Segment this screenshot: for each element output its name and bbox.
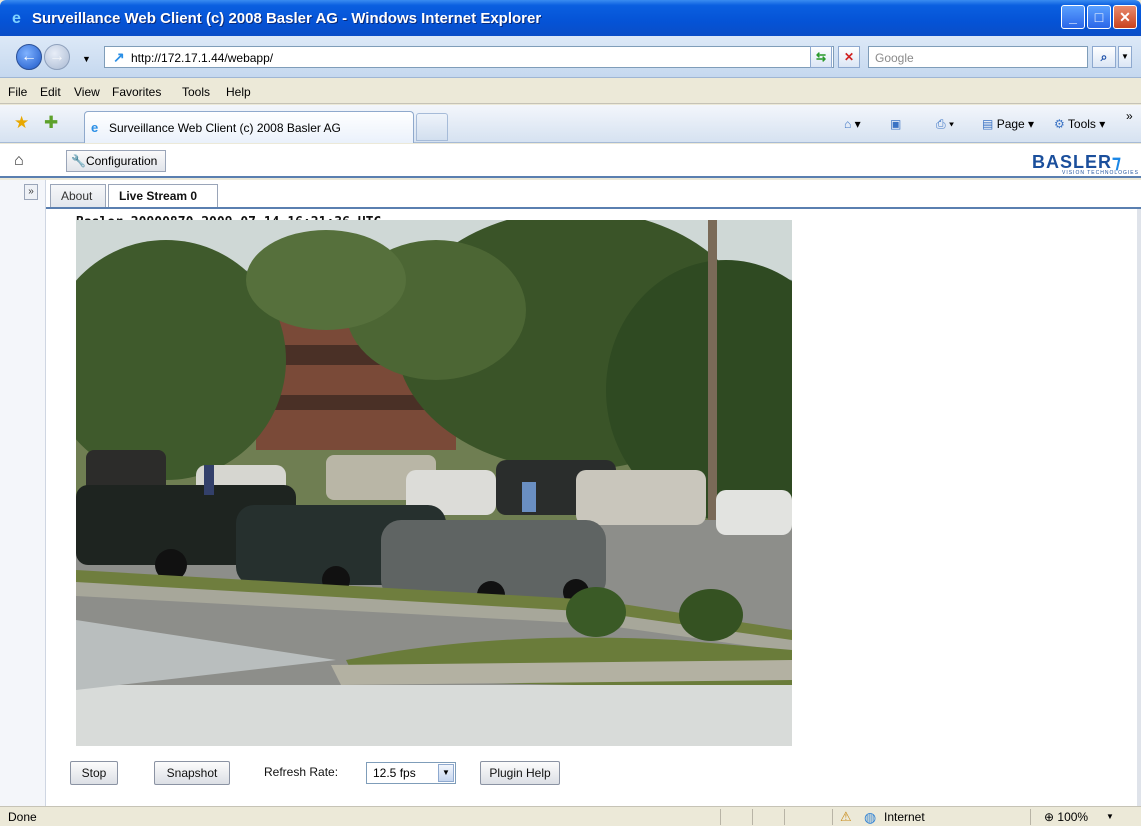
tools-menu-button[interactable]: ⚙ Tools ▾ [1054, 117, 1105, 131]
refresh-button[interactable]: ⇆ [810, 46, 832, 68]
refresh-rate-label: Refresh Rate: [264, 765, 339, 779]
new-tab-button[interactable] [416, 113, 448, 141]
print-icon[interactable]: ⎙ ▾ [936, 117, 954, 132]
camera-home-icon[interactable]: ⌂ [14, 152, 36, 172]
maximize-button[interactable]: □ [1087, 5, 1111, 29]
menu-bar: File Edit View Favorites Tools Help [0, 79, 1141, 104]
refresh-rate-value: 12.5 fps [373, 766, 416, 780]
history-dropdown-icon[interactable]: ▼ [82, 54, 91, 64]
tab-about[interactable]: About [50, 184, 106, 208]
stream-controls: Stop Snapshot Refresh Rate: 12.5 fps ▼ P… [70, 761, 670, 787]
configuration-button[interactable]: 🔧Configuration [66, 150, 166, 172]
magnifier-icon: ⌕ [1100, 50, 1108, 64]
status-divider [720, 809, 721, 825]
wrench-icon: 🔧 [71, 154, 86, 168]
security-zone[interactable]: Internet [884, 810, 925, 824]
address-bar[interactable]: ↗ http://172.17.1.44/webapp/ ▼ [104, 46, 834, 68]
stop-loading-button[interactable]: ✕ [838, 46, 860, 68]
page-menu-label: Page [996, 117, 1025, 131]
expand-sidebar-button[interactable]: » [24, 184, 38, 200]
add-favorites-icon[interactable]: ✚ [44, 113, 58, 133]
gear-icon: ⚙ [1054, 117, 1065, 131]
stop-button[interactable]: Stop [70, 761, 118, 785]
live-stream-panel: Basler-20900870 2009-07-14 16:21:36 UTC [46, 209, 1138, 806]
page-icon: ↗ [113, 49, 125, 65]
basler-logo-text: BASLER [1032, 152, 1113, 172]
protected-mode-icon[interactable]: ⚠ [840, 809, 852, 825]
favorites-star-icon[interactable]: ★ [14, 113, 29, 133]
search-options-dropdown[interactable]: ▼ [1118, 46, 1132, 68]
status-divider [784, 809, 785, 825]
status-bar: Done ⚠ ◍ Internet ⊕ 100% ▼ [0, 806, 1141, 826]
basler-logo-subtitle: VISION TECHNOLOGIES [1062, 170, 1139, 176]
back-arrow-icon: ← [21, 48, 37, 65]
feeds-icon[interactable]: ▣ [890, 117, 901, 131]
search-input[interactable]: Google [868, 46, 1088, 68]
configuration-label: Configuration [85, 154, 158, 168]
address-toolbar: ← → ▼ ↗ http://172.17.1.44/webapp/ ▼ ⇆ ✕… [0, 36, 1141, 78]
menu-view[interactable]: View [74, 85, 100, 99]
tools-menu-label: Tools [1067, 117, 1096, 131]
forward-arrow-icon: → [49, 48, 65, 65]
refresh-icon: ⇆ [815, 50, 827, 64]
forward-button[interactable]: → [44, 44, 70, 70]
chevron-down-icon[interactable]: ▼ [438, 764, 454, 782]
status-divider [832, 809, 833, 825]
menu-favorites[interactable]: Favorites [112, 85, 161, 99]
double-chevron-icon: » [28, 186, 34, 197]
menu-edit[interactable]: Edit [40, 85, 61, 99]
tab-toolbar: ★ ✚ e Surveillance Web Client (c) 2008 B… [0, 105, 1141, 143]
app-toolbar: ⌂ 🔧Configuration BASLER⁊ VISION TECHNOLO… [0, 144, 1141, 178]
chevron-more-icon[interactable]: » [1126, 109, 1133, 123]
ie-tab-icon: e [91, 120, 99, 135]
left-panel-strip [0, 180, 46, 806]
camera-image [76, 220, 792, 746]
menu-file[interactable]: File [8, 85, 27, 99]
content-scrollbar[interactable] [1137, 209, 1141, 806]
snapshot-button[interactable]: Snapshot [154, 761, 230, 785]
status-text: Done [8, 810, 37, 824]
page-menu-button[interactable]: ▤ Page ▾ [982, 117, 1034, 131]
camera-video-feed [76, 220, 792, 746]
zoom-dropdown-icon[interactable]: ▼ [1106, 812, 1114, 821]
zoom-level[interactable]: ⊕ 100% [1044, 810, 1088, 824]
search-button[interactable]: ⌕ [1092, 46, 1116, 68]
search-placeholder: Google [875, 51, 914, 65]
page-content: » About Live Stream 0 Basler-20900870 20… [0, 180, 1141, 806]
address-url: http://172.17.1.44/webapp/ [131, 51, 274, 65]
browser-tab-active[interactable]: e Surveillance Web Client (c) 2008 Basle… [84, 111, 414, 143]
ie-logo-icon: e [12, 10, 21, 27]
window-titlebar: e Surveillance Web Client (c) 2008 Basle… [0, 0, 1141, 36]
basler-swoosh-icon: ⁊ [1112, 152, 1122, 172]
zoom-value: 100% [1057, 810, 1089, 824]
page-icon: ▤ [982, 117, 994, 131]
refresh-rate-select[interactable]: 12.5 fps ▼ [366, 762, 456, 784]
status-divider [752, 809, 753, 825]
home-icon[interactable]: ⌂ ▾ [844, 117, 861, 131]
browser-tab-title: Surveillance Web Client (c) 2008 Basler … [109, 121, 341, 135]
stop-x-icon: ✕ [843, 50, 855, 64]
back-button[interactable]: ← [16, 44, 42, 70]
plugin-help-button[interactable]: Plugin Help [480, 761, 560, 785]
close-button[interactable]: ✕ [1113, 5, 1137, 29]
menu-help[interactable]: Help [226, 85, 251, 99]
minimize-button[interactable]: _ [1061, 5, 1085, 29]
menu-tools[interactable]: Tools [182, 85, 210, 99]
window-title: Surveillance Web Client (c) 2008 Basler … [32, 10, 542, 27]
globe-icon: ◍ [864, 809, 877, 825]
status-divider [1030, 809, 1031, 825]
